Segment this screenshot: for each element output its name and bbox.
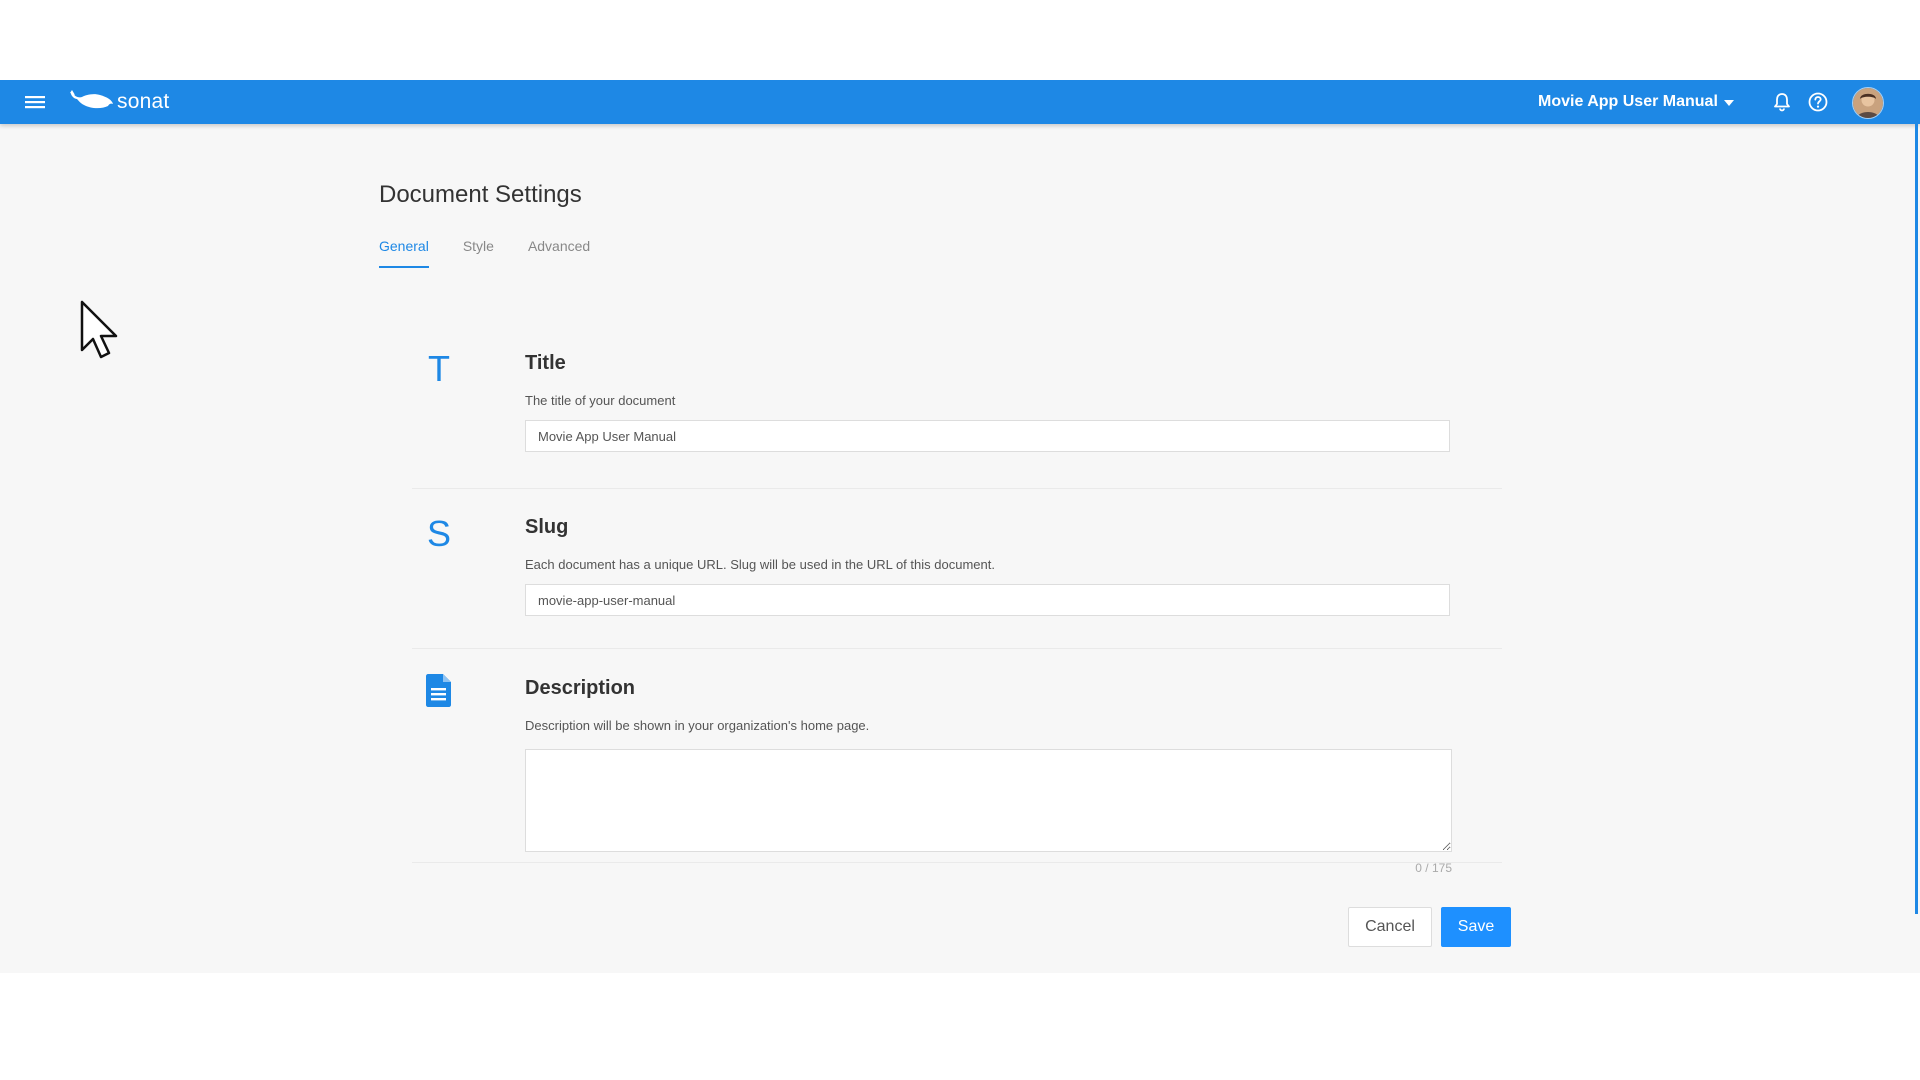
tab-general[interactable]: General: [379, 238, 429, 268]
brand-logo[interactable]: sonat: [69, 86, 169, 118]
slug-description: Each document has a unique URL. Slug wil…: [525, 557, 995, 572]
character-counter: 0 / 175: [1415, 861, 1452, 875]
document-switcher-dropdown[interactable]: Movie App User Manual: [1538, 89, 1734, 115]
help-circle-icon[interactable]: [1807, 91, 1829, 113]
tab-advanced[interactable]: Advanced: [528, 238, 590, 268]
slug-input[interactable]: [525, 584, 1450, 616]
slug-S-icon: S: [426, 513, 451, 554]
slug-section: S Slug Each document has a unique URL. S…: [412, 488, 1502, 649]
whale-logo-icon: [69, 87, 115, 118]
settings-tabs: General Style Advanced: [379, 238, 590, 268]
document-switcher-label: Movie App User Manual: [1538, 93, 1718, 110]
slug-heading: Slug: [525, 516, 569, 538]
title-heading: Title: [525, 352, 566, 374]
bell-icon[interactable]: [1771, 91, 1793, 113]
tab-style[interactable]: Style: [463, 238, 494, 268]
page-title: Document Settings: [379, 181, 582, 208]
description-textarea[interactable]: [525, 749, 1452, 852]
title-input[interactable]: [525, 420, 1450, 452]
scrollbar-track[interactable]: [1915, 124, 1918, 914]
title-section: T Title The title of your document: [412, 346, 1502, 489]
description-help-text: Description will be shown in your organi…: [525, 718, 870, 733]
hamburger-menu-icon[interactable]: [22, 90, 48, 114]
description-section: Description Description will be shown in…: [412, 648, 1502, 875]
title-T-icon: T: [428, 348, 450, 389]
cancel-button[interactable]: Cancel: [1348, 907, 1432, 947]
top-navigation-bar: sonat Movie App User Manual: [0, 80, 1920, 124]
app-window: sonat Movie App User Manual Document Set…: [0, 80, 1920, 973]
user-avatar[interactable]: [1852, 87, 1884, 119]
document-icon: [424, 672, 454, 712]
title-description: The title of your document: [525, 393, 676, 408]
mouse-pointer-icon: [80, 300, 120, 360]
caret-down-icon: [1723, 100, 1734, 106]
description-heading: Description: [525, 677, 636, 699]
save-button[interactable]: Save: [1441, 907, 1511, 947]
brand-name: sonat: [117, 90, 170, 113]
